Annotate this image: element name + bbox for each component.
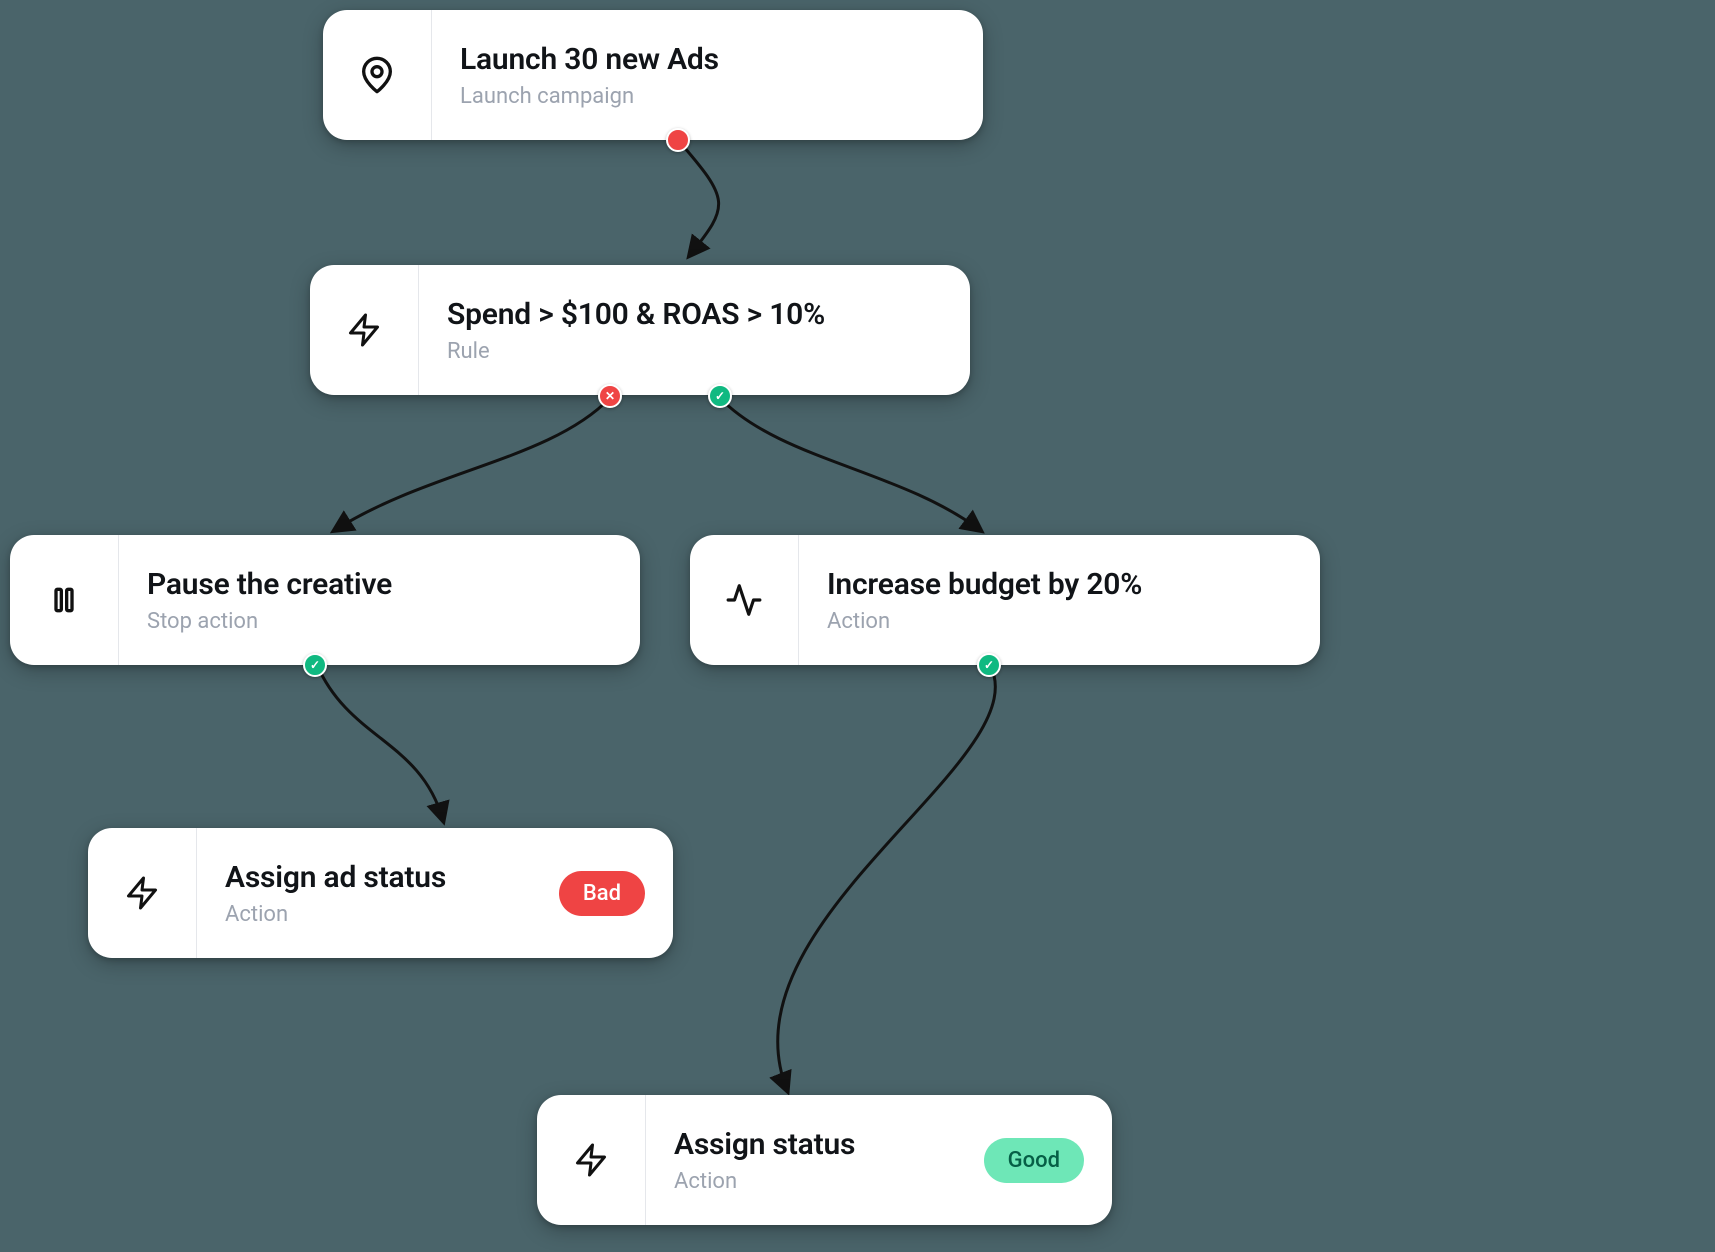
- node-title: Pause the creative: [147, 567, 612, 603]
- node-subtitle: Launch campaign: [460, 84, 955, 109]
- map-pin-icon: [323, 10, 432, 140]
- node-pause[interactable]: Pause the creative Stop action: [10, 535, 640, 665]
- node-assign-good[interactable]: Assign status Action Good: [537, 1095, 1112, 1225]
- bolt-icon: [88, 828, 197, 958]
- connector-increase-to-assigngood: [778, 665, 996, 1090]
- node-subtitle: Action: [827, 609, 1292, 634]
- node-assign-bad[interactable]: Assign ad status Action Bad: [88, 828, 673, 958]
- workflow-canvas: Launch 30 new Ads Launch campaign Spend …: [0, 0, 1715, 1252]
- connector-dot-green-check: ✓: [977, 653, 1001, 677]
- connector-dot-red-x: ✕: [598, 384, 622, 408]
- node-title: Assign status: [674, 1127, 855, 1163]
- status-badge-bad: Bad: [559, 871, 645, 916]
- connector-launch-to-rule: [678, 140, 719, 255]
- node-subtitle: Action: [225, 902, 446, 927]
- node-title: Assign ad status: [225, 860, 446, 896]
- node-title: Increase budget by 20%: [827, 567, 1292, 603]
- node-title: Spend > $100 & ROAS > 10%: [447, 297, 942, 333]
- pause-icon: [10, 535, 119, 665]
- node-subtitle: Stop action: [147, 609, 612, 634]
- bolt-icon: [310, 265, 419, 395]
- node-rule[interactable]: Spend > $100 & ROAS > 10% Rule: [310, 265, 970, 395]
- connector-dot-red: [666, 128, 690, 152]
- connector-pause-to-assignbad: [317, 665, 443, 820]
- connector-dot-green-check: ✓: [708, 384, 732, 408]
- status-badge-good: Good: [984, 1138, 1084, 1183]
- connector-dot-green-check: ✓: [303, 653, 327, 677]
- node-subtitle: Rule: [447, 339, 942, 364]
- node-subtitle: Action: [674, 1169, 855, 1194]
- bolt-icon: [537, 1095, 646, 1225]
- node-title: Launch 30 new Ads: [460, 42, 955, 78]
- activity-icon: [690, 535, 799, 665]
- connector-rule-to-pause: [335, 398, 610, 530]
- connector-rule-to-increase: [720, 398, 980, 530]
- node-launch[interactable]: Launch 30 new Ads Launch campaign: [323, 10, 983, 140]
- node-increase[interactable]: Increase budget by 20% Action: [690, 535, 1320, 665]
